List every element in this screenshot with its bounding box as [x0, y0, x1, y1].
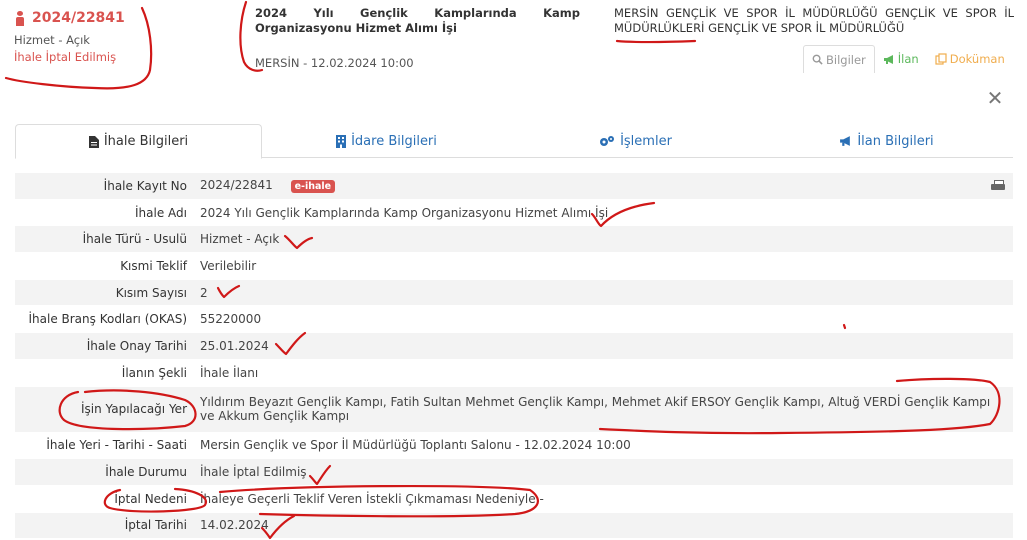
- table-row: İhale Yeri - Tarihi - Saati Mersin Gençl…: [15, 431, 1013, 460]
- row-label: İhale Yeri - Tarihi - Saati: [15, 431, 193, 460]
- row-value: Hizmet - Açık: [193, 225, 1013, 254]
- ihale-number-text: 2024/22841: [32, 10, 125, 26]
- person-icon: [14, 10, 26, 26]
- row-value: 14.02.2024: [193, 511, 1013, 540]
- tab-islemler[interactable]: İşlemler: [511, 124, 760, 158]
- building-icon: [336, 134, 347, 148]
- ihale-type: Hizmet - Açık: [14, 33, 90, 47]
- row-value: Verilebilir: [193, 252, 1013, 280]
- ilan-button[interactable]: İlan: [875, 45, 927, 73]
- tab-label: İdare Bilgileri: [351, 133, 437, 149]
- table-row: İhale Durumu İhale İptal Edilmiş: [15, 458, 1013, 486]
- table-row: İhale Türü - Usulü Hizmet - Açık: [15, 225, 1013, 254]
- table-row: İhale Branş Kodları (OKAS) 55220000: [15, 305, 1013, 334]
- detail-tabs: İhale Bilgileri İdare Bilgileri İşlemler…: [15, 124, 1013, 159]
- search-icon: [812, 54, 823, 65]
- row-label: Kısmi Teklif: [15, 252, 193, 280]
- row-value-text: 2024/22841: [200, 178, 273, 193]
- dokuman-button[interactable]: Doküman: [927, 45, 1013, 73]
- table-row: İptal Tarihi 14.02.2024: [15, 511, 1013, 540]
- table-row: Kısmi Teklif Verilebilir: [15, 252, 1013, 280]
- row-label: İşin Yapılacağı Yer: [15, 385, 193, 433]
- tab-ihale-bilgileri[interactable]: İhale Bilgileri: [15, 124, 262, 159]
- ihale-status: İhale İptal Edilmiş: [14, 50, 117, 64]
- bilgiler-button[interactable]: Bilgiler: [803, 45, 875, 73]
- annotation-underline-org: [615, 39, 697, 44]
- e-ihale-badge: e-ihale: [290, 180, 336, 194]
- row-value: 55220000: [193, 305, 1013, 334]
- files-icon: [935, 53, 947, 65]
- table-row: İhale Adı 2024 Yılı Gençlik Kamplarında …: [15, 198, 1013, 227]
- row-value: 25.01.2024: [193, 332, 1013, 360]
- megaphone-icon: [883, 54, 893, 64]
- tab-idare-bilgileri[interactable]: İdare Bilgileri: [262, 124, 511, 158]
- tab-label: İhale Bilgileri: [103, 134, 189, 149]
- row-label: İhale Adı: [15, 198, 193, 227]
- table-row: İlanın Şekli İhale İlanı: [15, 358, 1013, 387]
- ihale-details-table: İhale Kayıt No 2024/22841 e-ihale İhale …: [15, 172, 1013, 540]
- row-label: İhale Kayıt No: [15, 172, 193, 200]
- gears-icon: [600, 135, 615, 146]
- megaphone-icon: [840, 136, 851, 146]
- row-value: 2024 Yılı Gençlik Kamplarında Kamp Organ…: [193, 198, 1013, 227]
- row-label: Kısım Sayısı: [15, 278, 193, 307]
- table-row: İhale Onay Tarihi 25.01.2024: [15, 332, 1013, 360]
- ihale-location-date: MERSİN - 12.02.2024 10:00: [255, 56, 414, 70]
- row-value: Mersin Gençlik ve Spor İl Müdürlüğü Topl…: [193, 431, 1013, 460]
- row-value: Yıldırım Beyazıt Gençlik Kampı, Fatih Su…: [193, 385, 1013, 433]
- header-summary: 2024/22841 Hizmet - Açık İhale İptal Edi…: [14, 10, 144, 64]
- dokuman-label: Doküman: [949, 52, 1005, 66]
- row-label: İhale Branş Kodları (OKAS): [15, 305, 193, 334]
- header-buttons: Bilgiler İlan Doküman: [803, 45, 1013, 73]
- row-value: İhaleye Geçerli Teklif Veren İstekli Çık…: [193, 484, 1013, 513]
- row-value: 2: [193, 278, 1013, 307]
- tab-ilan-bilgileri[interactable]: İlan Bilgileri: [760, 124, 1013, 158]
- row-label: İptal Tarihi: [15, 511, 193, 540]
- close-icon[interactable]: ✕: [986, 88, 1004, 108]
- row-label: İlanın Şekli: [15, 358, 193, 387]
- table-row: İşin Yapılacağı Yer Yıldırım Beyazıt Gen…: [15, 385, 1013, 433]
- ilan-label: İlan: [897, 52, 919, 66]
- ihale-title: 2024 Yılı Gençlik Kamplarında Kamp Organ…: [255, 6, 580, 35]
- row-value: İhale İlanı: [193, 358, 1013, 387]
- document-icon: [88, 135, 99, 148]
- organization-name: MERSİN GENÇLİK VE SPOR İL MÜDÜRLÜĞÜ GENÇ…: [614, 6, 1014, 35]
- table-row: Kısım Sayısı 2: [15, 278, 1013, 307]
- row-value: İhale İptal Edilmiş: [193, 458, 1013, 486]
- row-label: İhale Türü - Usulü: [15, 225, 193, 254]
- header-title-block: 2024 Yılı Gençlik Kamplarında Kamp Organ…: [255, 6, 580, 70]
- header-org-block: MERSİN GENÇLİK VE SPOR İL MÜDÜRLÜĞÜ GENÇ…: [614, 6, 1014, 36]
- table-row: İhale Kayıt No 2024/22841 e-ihale: [15, 172, 1013, 200]
- table-row: İptal Nedeni İhaleye Geçerli Teklif Vere…: [15, 484, 1013, 513]
- tab-label: İlan Bilgileri: [857, 133, 934, 149]
- row-label: İptal Nedeni: [15, 484, 193, 513]
- row-label: İhale Onay Tarihi: [15, 332, 193, 360]
- print-icon[interactable]: [991, 179, 1005, 192]
- ihale-number: 2024/22841: [14, 10, 144, 26]
- tab-label: İşlemler: [620, 133, 672, 149]
- row-value: 2024/22841 e-ihale: [193, 172, 1013, 200]
- bilgiler-label: Bilgiler: [826, 52, 866, 67]
- row-label: İhale Durumu: [15, 458, 193, 486]
